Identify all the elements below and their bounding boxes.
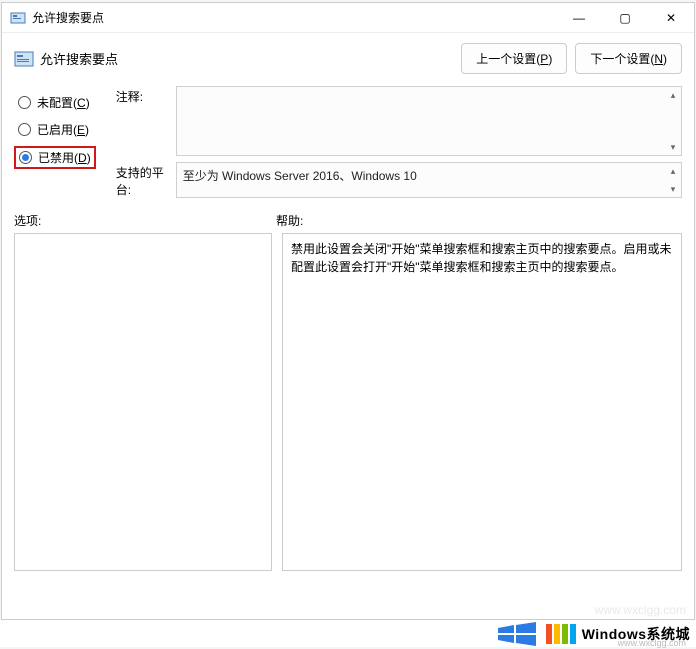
footer-branding: Windows系统城 (0, 620, 696, 647)
window-controls: — ▢ ✕ (556, 3, 694, 33)
radio-dot-icon (19, 151, 32, 164)
minimize-button[interactable]: — (556, 3, 602, 33)
scroll-down-icon[interactable]: ▾ (665, 139, 681, 155)
right-column: 注释: ▴ ▾ 支持的平台: 至少为 Windows Server 2016、W… (116, 86, 682, 198)
maximize-button[interactable]: ▢ (602, 3, 648, 33)
policy-editor-window: 允许搜索要点 — ▢ ✕ 允许搜索要点 上一个设置(P) 下一个设置(N) 未配… (1, 2, 695, 620)
radio-dot-icon (18, 123, 31, 136)
radio-dot-icon (18, 96, 31, 109)
policy-title: 允许搜索要点 (40, 49, 453, 68)
supported-on-field: 至少为 Windows Server 2016、Windows 10 ▴ ▾ (176, 162, 682, 198)
radio-enabled[interactable]: 已启用(E) (14, 119, 96, 140)
color-bars-icon (546, 624, 576, 644)
radio-disabled[interactable]: 已禁用(D) (14, 146, 96, 169)
scroll-up-icon[interactable]: ▴ (665, 87, 681, 103)
help-panel: 禁用此设置会关闭"开始"菜单搜索框和搜索主页中的搜索要点。启用或未配置此设置会打… (282, 233, 682, 571)
options-panel (14, 233, 272, 571)
next-setting-button[interactable]: 下一个设置(N) (575, 43, 682, 74)
policy-icon (14, 49, 34, 69)
windows-logo-icon (492, 622, 540, 646)
scroll-down-icon[interactable]: ▾ (665, 181, 681, 197)
help-text: 禁用此设置会关闭"开始"菜单搜索框和搜索主页中的搜索要点。启用或未配置此设置会打… (291, 242, 672, 274)
app-icon (10, 10, 26, 26)
state-radio-group: 未配置(C) 已启用(E) 已禁用(D) (14, 86, 96, 198)
watermark-text: www.wxclgg.com (595, 603, 686, 617)
previous-setting-button[interactable]: 上一个设置(P) (461, 43, 567, 74)
body-area: 未配置(C) 已启用(E) 已禁用(D) 注释: ▴ ▾ 支持的平台 (2, 82, 694, 198)
comment-label: 注释: (116, 86, 176, 156)
comment-textarea[interactable]: ▴ ▾ (176, 86, 682, 156)
scroll-up-icon[interactable]: ▴ (665, 163, 681, 179)
titlebar-title: 允许搜索要点 (32, 9, 556, 26)
panel-labels: 选项: 帮助: (2, 198, 694, 233)
titlebar: 允许搜索要点 — ▢ ✕ (2, 3, 694, 33)
close-button[interactable]: ✕ (648, 3, 694, 33)
options-label: 选项: (14, 212, 276, 229)
panels: 禁用此设置会关闭"开始"菜单搜索框和搜索主页中的搜索要点。启用或未配置此设置会打… (2, 233, 694, 581)
header-row: 允许搜索要点 上一个设置(P) 下一个设置(N) (2, 33, 694, 82)
radio-not-configured[interactable]: 未配置(C) (14, 92, 96, 113)
supported-on-label: 支持的平台: (116, 162, 176, 198)
help-label: 帮助: (276, 212, 303, 229)
